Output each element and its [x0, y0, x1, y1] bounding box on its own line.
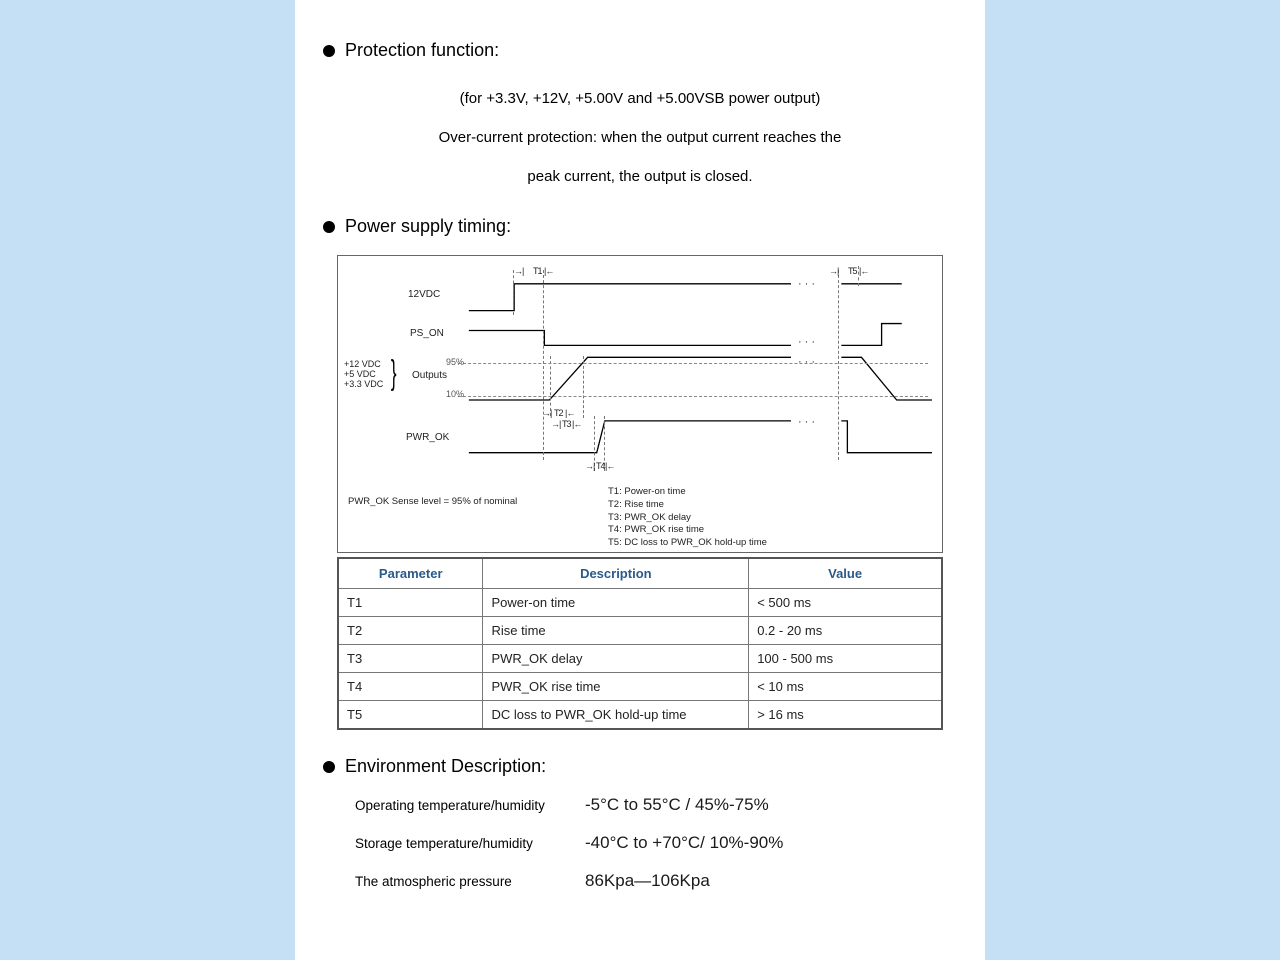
signal-pwrok: PWR_OK [406, 432, 449, 443]
protection-title: Protection function: [345, 40, 499, 61]
ellipsis-icon: ··· [798, 416, 818, 428]
signal-pson: PS_ON [410, 328, 444, 339]
brace-icon: } [391, 354, 397, 393]
environment-header: Environment Description: [323, 756, 957, 777]
col-parameter: Parameter [338, 558, 483, 589]
timing-table: Parameter Description Value T1 Power-on … [337, 557, 943, 730]
timing-header: Power supply timing: [323, 216, 957, 237]
timing-diagram: 12VDC PS_ON +12 VDC +5 VDC +3.3 VDC } Ou… [337, 255, 943, 553]
environment-section: Environment Description: Operating tempe… [323, 756, 957, 891]
t4-label: T4 [596, 461, 605, 471]
env-row: Storage temperature/humidity -40°C to +7… [355, 833, 957, 853]
t3-label: T3 [562, 419, 571, 429]
timing-key: T1: Power-on time T2: Rise time T3: PWR_… [608, 486, 767, 550]
protection-body: (for +3.3V, +12V, +5.00V and +5.00VSB po… [323, 79, 957, 196]
ellipsis-icon: ··· [798, 356, 818, 368]
env-label: The atmospheric pressure [355, 874, 575, 889]
pct-95: 95% [446, 357, 464, 367]
signal-outputs: Outputs [412, 370, 447, 381]
t1-label: T1 [533, 266, 542, 276]
pct-10: 10% [446, 389, 464, 399]
protection-line2: Over-current protection: when the output… [323, 118, 957, 157]
ellipsis-icon: ··· [798, 336, 818, 348]
env-row: Operating temperature/humidity -5°C to 5… [355, 795, 957, 815]
signal-12vdc: 12VDC [408, 289, 440, 300]
env-label: Storage temperature/humidity [355, 836, 575, 851]
t5-label: T5 [848, 266, 857, 276]
table-row: T3 PWR_OK delay 100 - 500 ms [338, 645, 942, 673]
table-row: T1 Power-on time < 500 ms [338, 589, 942, 617]
ellipsis-icon: ··· [798, 278, 818, 290]
env-value: 86Kpa—106Kpa [575, 871, 710, 891]
col-description: Description [483, 558, 749, 589]
outputs-rails: +12 VDC +5 VDC +3.3 VDC [344, 360, 383, 390]
document-page: Protection function: (for +3.3V, +12V, +… [295, 0, 985, 960]
env-value: -5°C to 55°C / 45%-75% [575, 795, 769, 815]
bullet-icon [323, 221, 335, 233]
table-row: T2 Rise time 0.2 - 20 ms [338, 617, 942, 645]
protection-line3: peak current, the output is closed. [323, 157, 957, 196]
table-row: T5 DC loss to PWR_OK hold-up time > 16 m… [338, 701, 942, 730]
bullet-icon [323, 45, 335, 57]
col-value: Value [749, 558, 942, 589]
env-value: -40°C to +70°C/ 10%-90% [575, 833, 783, 853]
environment-title: Environment Description: [345, 756, 546, 777]
protection-line1: (for +3.3V, +12V, +5.00V and +5.00VSB po… [323, 79, 957, 118]
bullet-icon [323, 761, 335, 773]
t2-label: T2 [554, 408, 563, 418]
timing-title: Power supply timing: [345, 216, 511, 237]
table-row: T4 PWR_OK rise time < 10 ms [338, 673, 942, 701]
protection-header: Protection function: [323, 40, 957, 61]
sense-level-note: PWR_OK Sense level = 95% of nominal [348, 496, 517, 507]
table-header-row: Parameter Description Value [338, 558, 942, 589]
env-row: The atmospheric pressure 86Kpa—106Kpa [355, 871, 957, 891]
env-label: Operating temperature/humidity [355, 798, 575, 813]
